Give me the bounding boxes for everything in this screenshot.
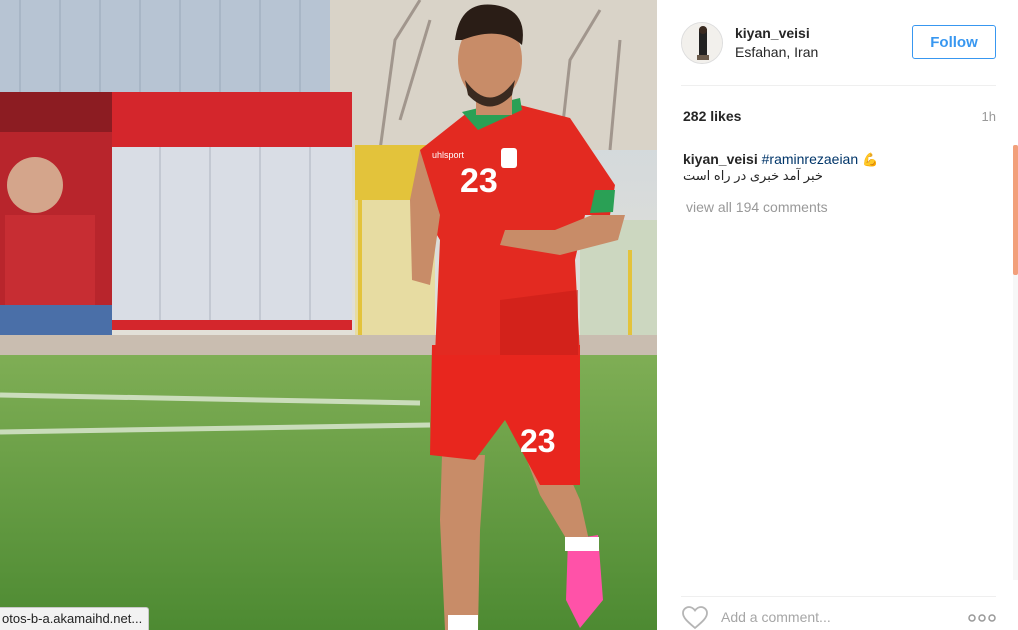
comments-scrollbar-thumb[interactable]	[1013, 145, 1018, 275]
more-options-icon[interactable]	[968, 611, 996, 625]
header-divider	[681, 85, 996, 86]
view-all-comments-link[interactable]: view all 194 comments	[686, 199, 828, 215]
post-location[interactable]: Esfahan, Iran	[735, 44, 818, 60]
flexed-biceps-emoji-icon: 💪	[862, 152, 879, 167]
post-timestamp[interactable]: 1h	[982, 109, 996, 124]
likes-count[interactable]: 282 likes	[683, 108, 741, 124]
caption-username[interactable]: kiyan_veisi	[683, 151, 758, 167]
heart-outline-icon[interactable]	[682, 606, 708, 630]
post-caption: kiyan_veisi #raminrezaeian 💪	[683, 150, 983, 169]
caption-text: خبر آمد خبری در راه است	[683, 168, 823, 183]
post-author-username[interactable]: kiyan_veisi	[735, 25, 810, 41]
svg-text:23: 23	[520, 423, 556, 459]
caption-hashtag[interactable]: #raminrezaeian	[762, 151, 859, 167]
add-comment-input[interactable]	[721, 606, 951, 628]
browser-status-url: otos-b-a.akamaihd.net...	[0, 607, 150, 630]
avatar-image	[682, 23, 722, 63]
footer-divider	[681, 596, 996, 597]
post-header: kiyan_veisi Esfahan, Iran Follow	[681, 22, 996, 66]
avatar[interactable]	[681, 22, 723, 64]
svg-text:23: 23	[460, 162, 498, 200]
post-photo[interactable]: 23 23 uhlsport otos-b-a.akamaihd.net...	[0, 0, 657, 630]
svg-text:uhlsport: uhlsport	[432, 150, 465, 160]
post-side-panel: kiyan_veisi Esfahan, Iran Follow 282 lik…	[657, 0, 1018, 630]
post-photo-image: 23 23 uhlsport	[0, 0, 657, 630]
follow-button[interactable]: Follow	[912, 25, 996, 59]
